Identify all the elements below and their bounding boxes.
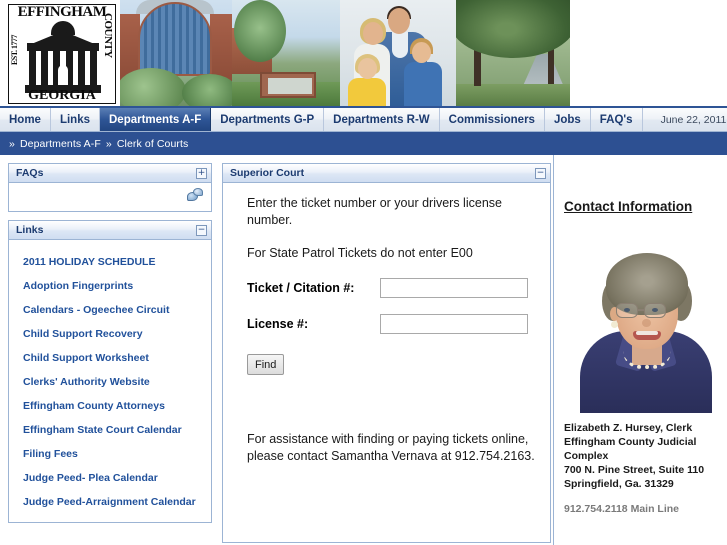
ticket-citation-input[interactable]	[380, 278, 528, 298]
contact-line-org-2: Complex	[564, 450, 609, 462]
breadcrumb: » Departments A-F » Clerk of Courts	[0, 132, 727, 155]
superior-court-panel-title: Superior Court	[230, 167, 305, 179]
seal-right-text: COUNTY	[102, 13, 114, 58]
breadcrumb-link-departments[interactable]: Departments A-F	[20, 138, 101, 150]
breadcrumb-link-clerk-of-courts[interactable]: Clerk of Courts	[117, 138, 189, 150]
license-number-input[interactable]	[380, 314, 528, 334]
sidebar-link-child-support-recovery[interactable]: Child Support Recovery	[9, 322, 211, 346]
sidebar-link-filing-fees[interactable]: Filing Fees	[9, 442, 211, 466]
main-navigation: Home Links Departments A-F Departments G…	[0, 106, 727, 132]
links-panel-title: Links	[16, 224, 44, 236]
links-panel-header: Links −	[9, 221, 211, 240]
right-sidebar: Contact Information Elizabeth Z. Hursey,…	[553, 155, 727, 545]
instruction-text-primary: Enter the ticket number or your drivers …	[247, 196, 502, 227]
courthouse-illustration	[25, 21, 101, 93]
main-content: Superior Court − Enter the ticket number…	[220, 155, 553, 545]
sidebar-link-child-support-worksheet[interactable]: Child Support Worksheet	[9, 346, 211, 370]
banner-fade	[693, 0, 727, 106]
contact-line-org-1: Effingham County Judicial	[564, 436, 697, 448]
breadcrumb-marker-2: »	[105, 137, 112, 150]
assistance-text: For assistance with finding or paying ti…	[247, 432, 535, 463]
question-bubble-icon[interactable]	[187, 188, 203, 203]
banner-images: EFFINGHAM COUNTY EST. 1777 GEORGIA	[0, 0, 570, 106]
contact-information-heading: Contact Information	[564, 199, 693, 214]
contact-phone: 912.754.2118 Main Line	[564, 503, 679, 515]
superior-court-panel-header: Superior Court −	[223, 164, 550, 183]
find-button[interactable]: Find	[247, 354, 285, 375]
banner-photo-courthouse	[120, 0, 232, 106]
nav-item-departments-r-w[interactable]: Departments R-W	[324, 108, 440, 131]
ticket-field-row: Ticket / Citation #:	[247, 278, 536, 298]
faqs-panel-title: FAQs	[16, 167, 44, 179]
site-banner: EFFINGHAM COUNTY EST. 1777 GEORGIA	[0, 0, 727, 106]
collapse-icon[interactable]: −	[535, 167, 546, 179]
superior-court-panel: Superior Court − Enter the ticket number…	[222, 163, 551, 543]
contact-line-name: Elizabeth Z. Hursey, Clerk	[564, 422, 693, 434]
links-panel-body: 2011 HOLIDAY SCHEDULE Adoption Fingerpri…	[9, 240, 211, 522]
left-sidebar: FAQs + Links − 2011 HOLIDAY SCHEDULE Ado…	[0, 155, 220, 545]
banner-photo-entrance-sign	[232, 0, 340, 106]
sidebar-link-effingham-state-court-calendar[interactable]: Effingham State Court Calendar	[9, 418, 211, 442]
sidebar-link-adoption-fingerprints[interactable]: Adoption Fingerprints	[9, 274, 211, 298]
ticket-citation-label: Ticket / Citation #:	[247, 281, 355, 295]
links-panel: Links − 2011 HOLIDAY SCHEDULE Adoption F…	[8, 220, 212, 523]
sidebar-link-clerks-authority-website[interactable]: Clerks' Authority Website	[9, 370, 211, 394]
faqs-panel-header: FAQs +	[9, 164, 211, 183]
sidebar-link-judge-peed-plea-calendar[interactable]: Judge Peed- Plea Calendar	[9, 466, 211, 490]
contact-line-city-state-zip: Springfield, Ga. 31329	[564, 478, 674, 490]
nav-item-departments-g-p[interactable]: Departments G-P	[211, 108, 325, 131]
nav-item-home[interactable]: Home	[0, 108, 51, 131]
contact-line-street: 700 N. Pine Street, Suite 110	[564, 464, 705, 476]
nav-item-departments-a-f[interactable]: Departments A-F	[100, 108, 212, 131]
sidebar-link-calendars-ogeechee-circuit[interactable]: Calendars - Ogeechee Circuit	[9, 298, 211, 322]
current-date: June 22, 2011	[660, 113, 727, 126]
superior-court-panel-body: Enter the ticket number or your drivers …	[223, 183, 550, 465]
faqs-panel-body	[9, 183, 211, 211]
faqs-panel: FAQs +	[8, 163, 212, 212]
banner-photo-tree-lined-road	[456, 0, 570, 106]
nav-item-jobs[interactable]: Jobs	[545, 108, 591, 131]
sidebar-link-judge-peed-arraignment-calendar[interactable]: Judge Peed-Arraignment Calendar	[9, 490, 211, 514]
nav-item-links[interactable]: Links	[51, 108, 100, 131]
nav-item-commissioners[interactable]: Commissioners	[440, 108, 545, 131]
license-field-row: License #:	[247, 314, 536, 334]
seal-left-text: EST. 1777	[10, 35, 19, 66]
instruction-text-secondary: For State Patrol Tickets do not enter E0…	[247, 246, 473, 260]
license-number-label: License #:	[247, 317, 309, 331]
nav-item-faqs[interactable]: FAQ's	[591, 108, 643, 131]
page-body: FAQs + Links − 2011 HOLIDAY SCHEDULE Ado…	[0, 155, 727, 545]
expand-icon[interactable]: +	[196, 167, 207, 179]
seal-bottom-text: GEORGIA	[28, 88, 96, 103]
clerk-portrait-photo	[576, 231, 716, 413]
sidebar-link-holiday-schedule[interactable]: 2011 HOLIDAY SCHEDULE	[9, 250, 211, 274]
contact-address-block: Elizabeth Z. Hursey, Clerk Effingham Cou…	[564, 421, 717, 491]
banner-photo-family	[340, 0, 456, 106]
breadcrumb-marker-1: »	[9, 137, 15, 150]
seal-top-text: EFFINGHAM	[17, 4, 107, 20]
county-seal-logo: EFFINGHAM COUNTY EST. 1777 GEORGIA	[0, 0, 120, 106]
collapse-icon[interactable]: −	[196, 224, 207, 236]
sidebar-link-effingham-county-attorneys[interactable]: Effingham County Attorneys	[9, 394, 211, 418]
